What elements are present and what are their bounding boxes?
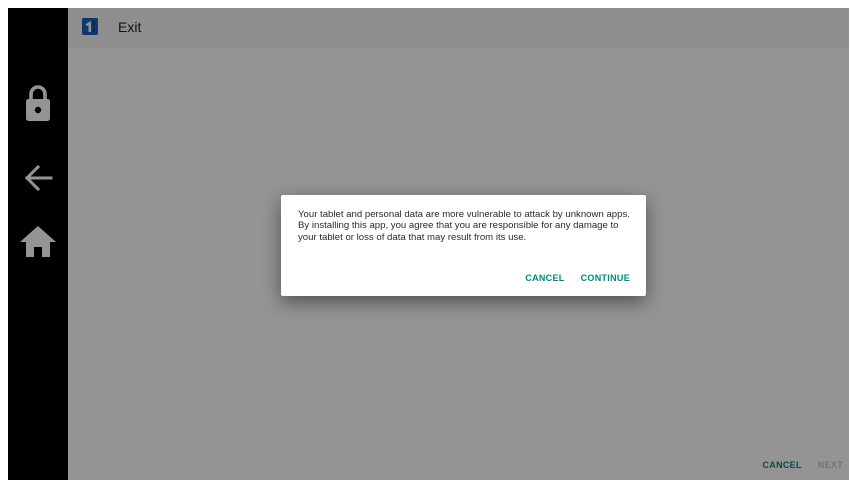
screen: Exit CANCEL NEXT Your tablet and persona… (8, 8, 849, 480)
dialog-message: Your tablet and personal data are more v… (298, 209, 630, 243)
dialog-continue-button[interactable]: CONTINUE (581, 273, 630, 283)
dialog-actions: CANCEL CONTINUE (525, 273, 630, 283)
install-warning-dialog: Your tablet and personal data are more v… (281, 195, 646, 296)
dialog-cancel-button[interactable]: CANCEL (525, 273, 564, 283)
dialog-scrim[interactable]: Your tablet and personal data are more v… (8, 8, 849, 480)
